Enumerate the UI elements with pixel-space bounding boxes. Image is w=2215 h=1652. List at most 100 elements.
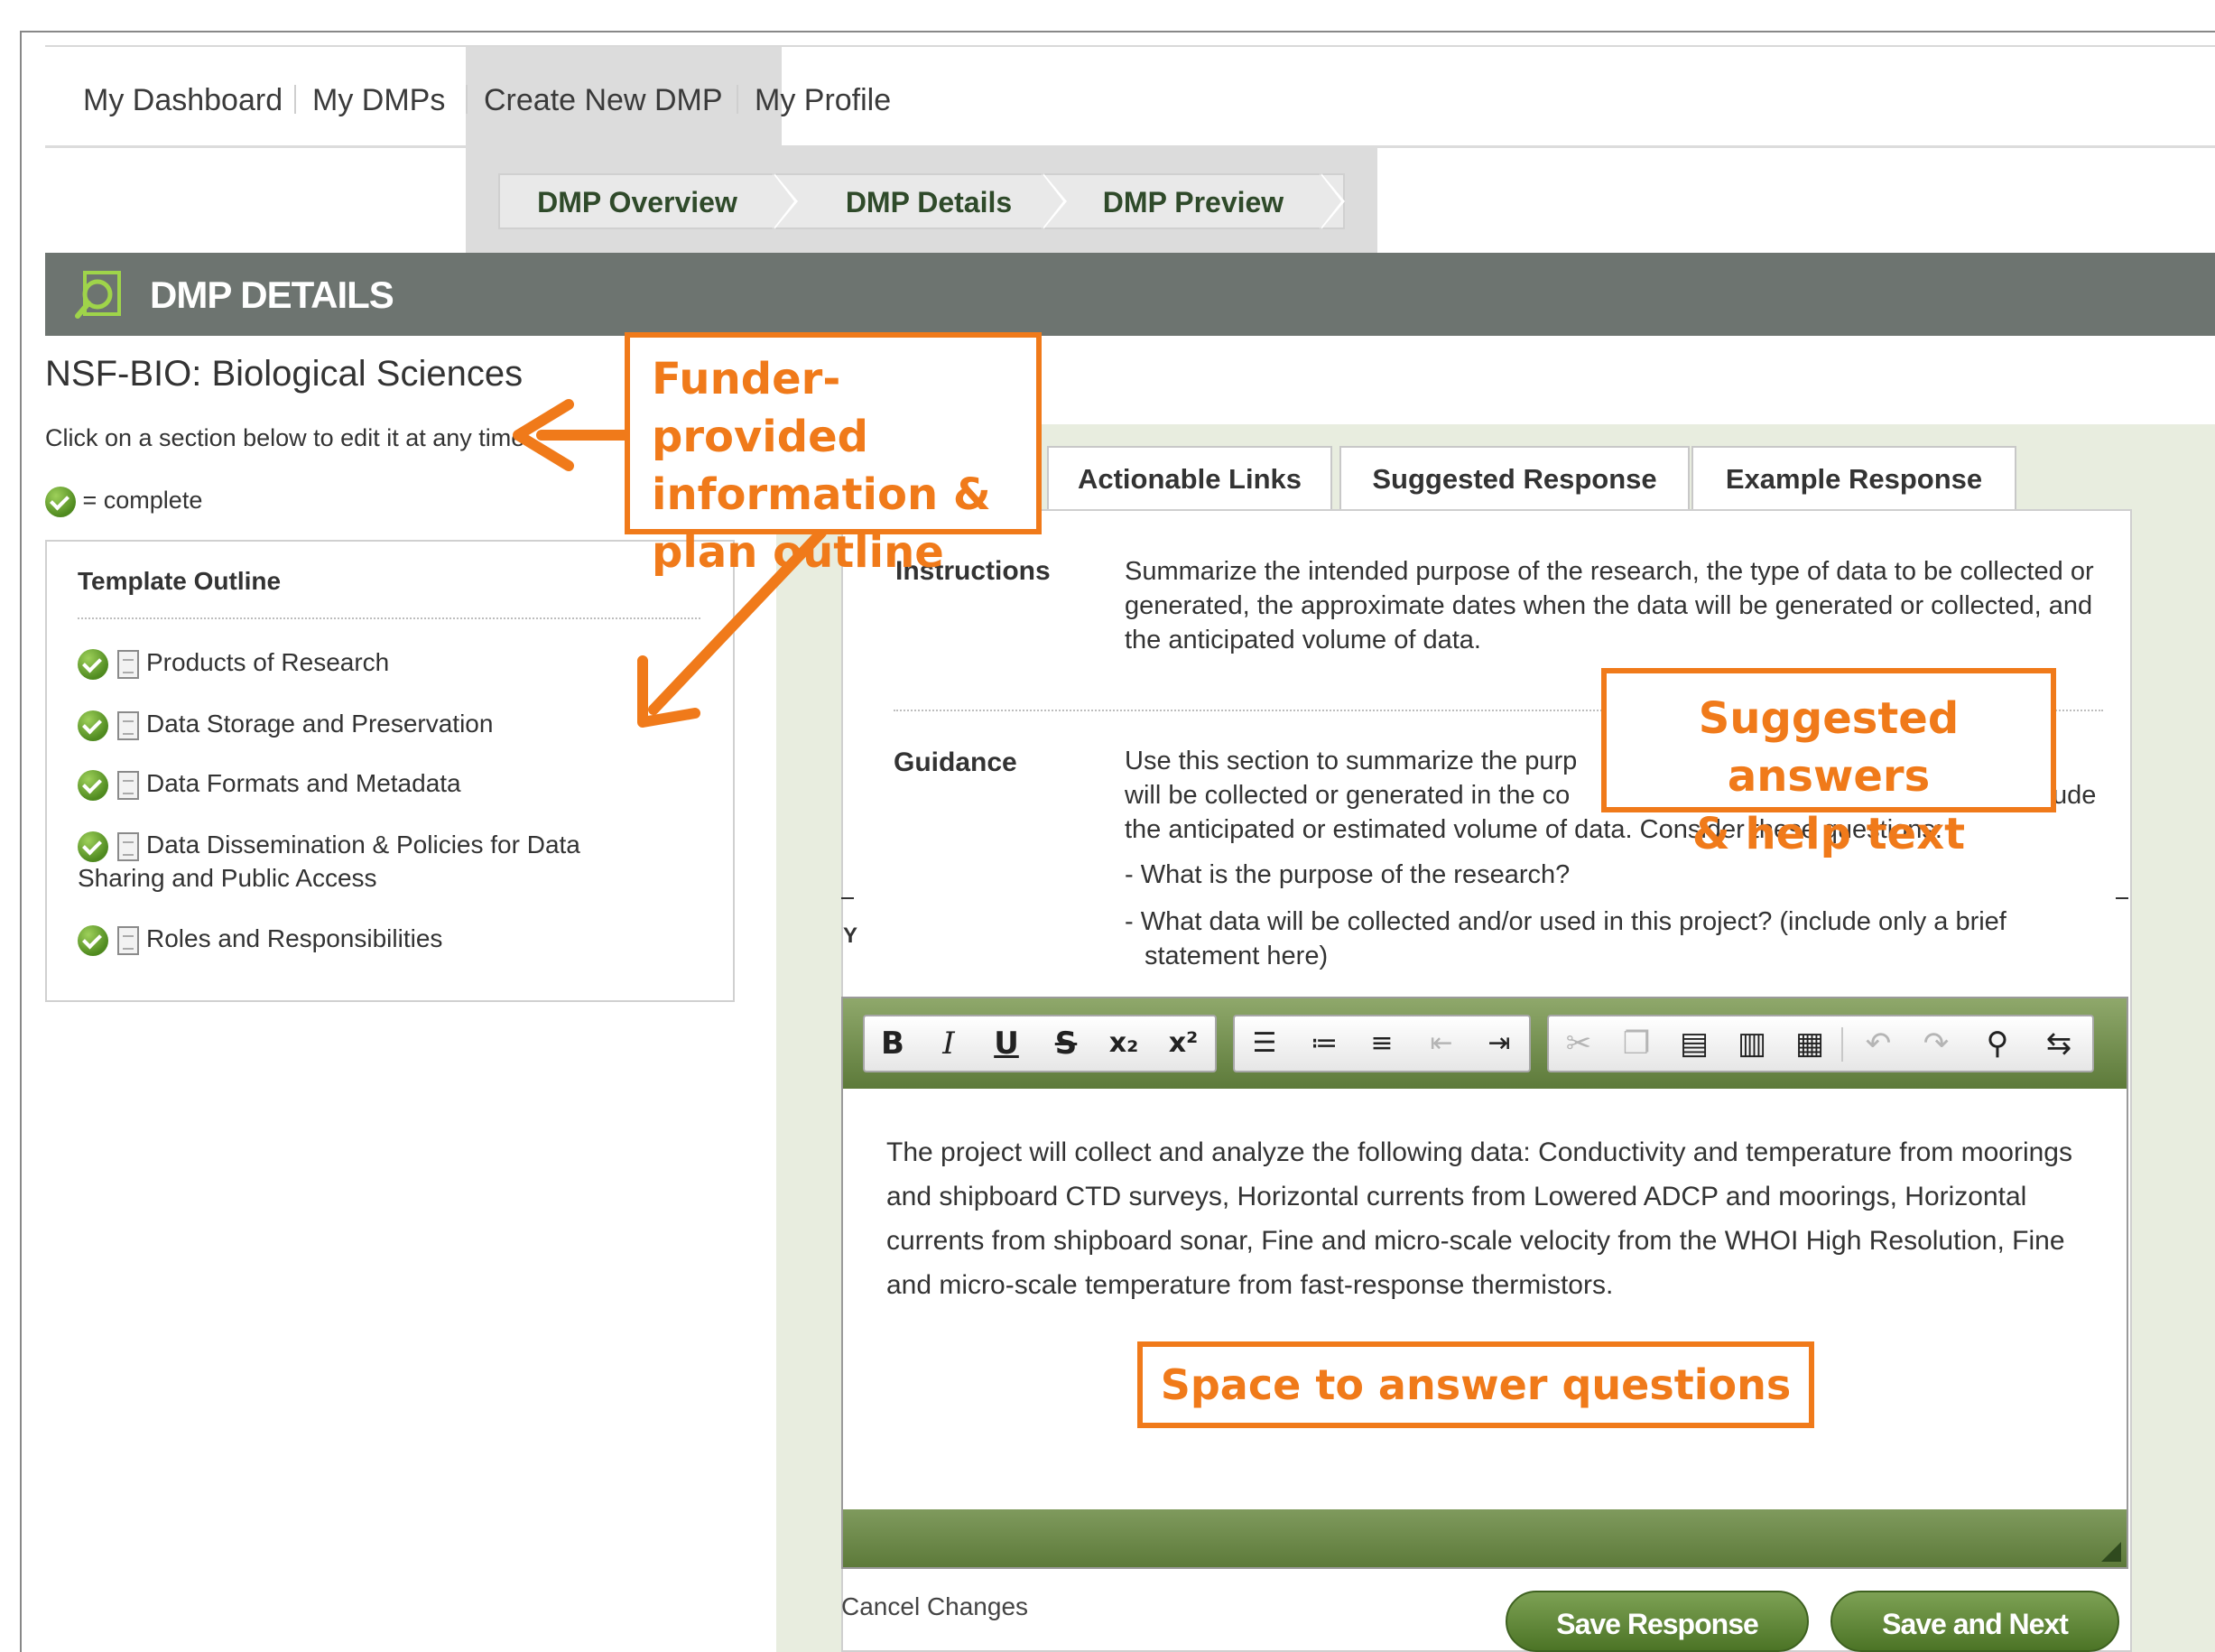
tab-actionable-links[interactable]: Actionable Links (1047, 446, 1332, 511)
subscript-button[interactable]: x₂ (1096, 1016, 1152, 1071)
copy-icon[interactable]: ❐ (1608, 1016, 1664, 1071)
nav-my-dashboard[interactable]: My Dashboard (83, 47, 283, 148)
horizontal-rule-icon[interactable]: ≡ (1354, 1016, 1410, 1071)
outline-item[interactable]: Roles and Responsibilities (78, 923, 700, 956)
plan-hint: Click on a section below to edit it at a… (45, 424, 524, 451)
save-response-button[interactable]: Save Response (1506, 1591, 1809, 1652)
annotation-text: Suggested answers (1698, 693, 1960, 802)
outline-item[interactable]: Data Storage and Preservation (78, 708, 700, 741)
editor-statusbar (843, 1509, 2127, 1567)
outline-item[interactable]: Products of Research (78, 646, 700, 680)
undo-icon[interactable]: ↶ (1850, 1016, 1906, 1071)
ordered-list-icon[interactable]: ☰ (1237, 1016, 1293, 1071)
nav-my-dmps[interactable]: My DMPs (312, 47, 445, 148)
editor-content[interactable]: The project will collect and analyze the… (886, 1130, 2114, 1307)
plan-title: NSF-BIO: Biological Sciences (45, 354, 524, 394)
document-icon (117, 710, 139, 740)
guidance-question-2: - What data will be collected and/or use… (1125, 907, 2006, 936)
step-separator-inner (773, 173, 794, 229)
step-dmp-overview[interactable]: DMP Overview (500, 175, 774, 227)
document-icon (117, 925, 139, 955)
annotation-text: Space to answer questions (1160, 1360, 1792, 1409)
nav-my-profile[interactable]: My Profile (755, 47, 891, 148)
step-tabs: DMP Overview DMP Details DMP Preview (498, 173, 1345, 229)
tab-example-response[interactable]: Example Response (1691, 446, 2016, 511)
resize-handle-icon[interactable] (2101, 1542, 2121, 1562)
outline-item[interactable]: Data Formats and Metadata (78, 767, 700, 801)
cancel-changes-link[interactable]: Cancel Changes (841, 1592, 1028, 1621)
section-title: DMP DETAILS (150, 274, 394, 316)
cut-icon[interactable]: ✂ (1551, 1016, 1607, 1071)
step-dmp-preview[interactable]: DMP Preview (1067, 175, 1320, 227)
strikethrough-button[interactable]: S (1038, 1016, 1094, 1071)
outline-divider (78, 617, 700, 619)
outline-item-label: Products of Research (146, 648, 390, 676)
document-icon (117, 831, 139, 861)
annotation-funder-info: Funder-provided information & plan outli… (625, 332, 1042, 578)
nav-create-new-dmp[interactable]: Create New DMP (484, 47, 723, 148)
paste-text-icon[interactable]: ▥ (1724, 1016, 1780, 1071)
template-outline: Template Outline Products of Research Da… (45, 540, 735, 1002)
indent-icon[interactable]: ⇥ (1471, 1016, 1527, 1071)
format-group: B I U S x₂ x² (863, 1015, 1217, 1072)
step-dmp-details[interactable]: DMP Details (798, 175, 1060, 227)
edit-group: ✂ ❐ ▤ ▥ ▦ ↶ ↷ ⚲ ⇆ (1547, 1015, 2094, 1072)
complete-legend: = complete (45, 484, 203, 517)
check-icon (78, 648, 108, 680)
list-group: ☰ ≔ ≡ ⇤ ⇥ (1233, 1015, 1531, 1072)
response-editor[interactable]: B I U S x₂ x² ☰ ≔ ≡ ⇤ ⇥ ✂ ❐ ▤ ▥ ▦ ↶ ↷ ⚲ … (841, 997, 2128, 1569)
step-separator-inner (1320, 173, 1341, 229)
guidance-label: Guidance (894, 747, 1017, 777)
annotation-text: plan outline (652, 527, 944, 578)
guidance-line-1: Use this section to summarize the purp (1125, 747, 1578, 775)
outline-item-label: Data Formats and Metadata (146, 769, 461, 797)
nav-separator (466, 85, 468, 114)
outline-item[interactable]: Data Dissemination & Policies for Data S… (78, 829, 583, 895)
replace-icon[interactable]: ⇆ (2031, 1016, 2087, 1071)
toolbar-divider (1841, 1027, 1843, 1062)
bold-button[interactable]: B (865, 1016, 921, 1071)
step-separator-inner (1042, 173, 1063, 229)
annotation-text: information & (652, 469, 991, 520)
top-navigation: My Dashboard My DMPs Create New DMP My P… (45, 47, 2215, 148)
redo-icon[interactable]: ↷ (1908, 1016, 1964, 1071)
instructions-text: Summarize the intended purpose of the re… (1125, 557, 2094, 654)
annotation-answer-space: Space to answer questions (1137, 1341, 1814, 1428)
check-icon (78, 924, 108, 956)
check-icon (78, 831, 108, 862)
bullet-list-icon[interactable]: ≔ (1296, 1016, 1352, 1071)
paste-icon[interactable]: ▤ (1666, 1016, 1722, 1071)
legend-label: = complete (82, 487, 203, 514)
save-and-next-button[interactable]: Save and Next (1830, 1591, 2119, 1652)
guidance-question-2-cont: statement here) (1145, 942, 1329, 970)
guidance-line-2: will be collected or generated in the co (1125, 781, 1571, 810)
superscript-button[interactable]: x² (1155, 1016, 1211, 1071)
outline-title: Template Outline (78, 567, 282, 595)
italic-button[interactable]: I (921, 1016, 977, 1071)
check-icon (78, 769, 108, 801)
document-icon (117, 770, 139, 800)
nav-separator (294, 85, 296, 114)
edge-mark (841, 897, 854, 899)
edge-mark (2116, 897, 2128, 899)
outline-item-label: Data Dissemination & Policies for Data S… (78, 831, 580, 892)
paste-word-icon[interactable]: ▦ (1782, 1016, 1838, 1071)
check-icon (45, 486, 76, 517)
guidance-line-2-end: ude (2053, 781, 2097, 810)
document-icon (117, 649, 139, 679)
outline-item-label: Roles and Responsibilities (146, 924, 443, 952)
tab-suggested-response[interactable]: Suggested Response (1339, 446, 1690, 511)
search-icon[interactable]: ⚲ (1969, 1016, 2025, 1071)
underline-button[interactable]: U (978, 1016, 1034, 1071)
magnifier-document-icon (75, 271, 121, 319)
nav-separator (737, 85, 738, 114)
editor-toolbar: B I U S x₂ x² ☰ ≔ ≡ ⇤ ⇥ ✂ ❐ ▤ ▥ ▦ ↶ ↷ ⚲ … (843, 998, 2127, 1089)
stray-letter: Y (843, 923, 858, 948)
annotation-text: Funder-provided (652, 354, 869, 462)
section-header-bar: DMP DETAILS (45, 253, 2215, 336)
annotation-suggested-answers: Suggested answers & help text (1601, 668, 2056, 859)
guidance-question-1: - What is the purpose of the research? (1125, 860, 1571, 889)
outline-item-label: Data Storage and Preservation (146, 710, 494, 738)
outdent-icon[interactable]: ⇤ (1413, 1016, 1469, 1071)
check-icon (78, 710, 108, 741)
